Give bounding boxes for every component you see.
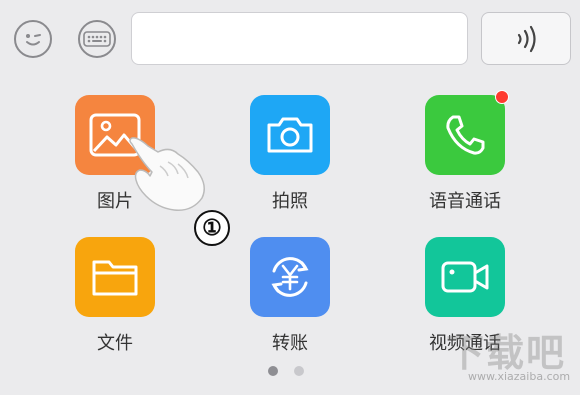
keyboard-button[interactable] <box>78 20 116 58</box>
phone-icon <box>446 115 485 155</box>
app-tile-camera[interactable] <box>250 95 330 175</box>
app-tile-transfer[interactable] <box>250 237 330 317</box>
watermark-url: www.xiazaiba.com <box>468 370 571 383</box>
voice-wave-icon <box>517 25 536 52</box>
emoji-face-icon <box>26 34 41 46</box>
pointing-hand-icon <box>129 137 205 211</box>
voice-button[interactable] <box>481 12 571 65</box>
message-input[interactable] <box>131 12 468 65</box>
app-label-file: 文件 <box>97 333 133 354</box>
keyboard-icon <box>83 31 111 47</box>
video-camera-icon <box>441 261 489 293</box>
notification-badge <box>495 90 509 104</box>
app-tile-voice-call[interactable] <box>425 95 505 175</box>
camera-icon <box>267 117 313 153</box>
app-label-transfer: 转账 <box>272 333 308 354</box>
app-tile-video-call[interactable] <box>425 237 505 317</box>
app-label-voice-call: 语音通话 <box>429 191 501 212</box>
app-label-camera: 拍照 <box>272 191 308 212</box>
transfer-yuan-icon <box>271 257 309 297</box>
page-indicator-active[interactable] <box>268 366 278 376</box>
folder-icon <box>92 260 138 296</box>
app-tile-file[interactable] <box>75 237 155 317</box>
step-marker: ① <box>194 210 230 246</box>
emoji-button[interactable] <box>14 20 52 58</box>
page-indicator[interactable] <box>294 366 304 376</box>
watermark-logo: 下载吧 <box>446 331 567 375</box>
